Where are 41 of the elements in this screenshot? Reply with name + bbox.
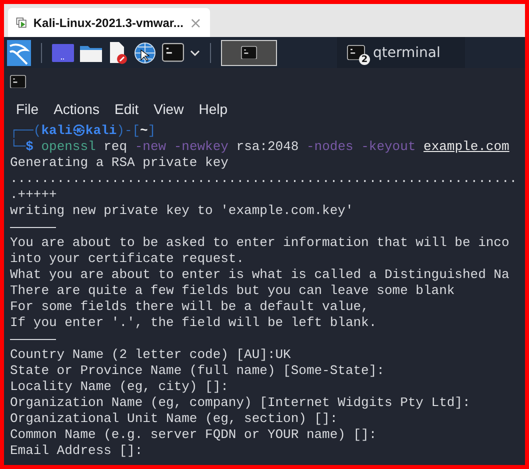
- terminal-line: .................................................................: [10, 171, 518, 187]
- terminal-line: For some fields there will be a default value,: [10, 299, 370, 315]
- terminal-line: writing new private key to 'example.com.key': [10, 203, 354, 219]
- globe-icon[interactable]: [134, 42, 156, 64]
- terminal-line: .+++++: [10, 187, 58, 203]
- desktop-icon[interactable]: [52, 44, 74, 62]
- menu-item[interactable]: Help: [198, 100, 228, 116]
- dragon-logo-icon[interactable]: [7, 40, 31, 66]
- terminal-line: If you enter '.', the field will be left blank.: [10, 315, 378, 331]
- menu-item[interactable]: View: [154, 100, 184, 116]
- terminal-line: └─$ openssl req -new -newkey rsa:2048 -nodes -keyout example.com: [10, 139, 510, 155]
- terminal-icon: [10, 74, 26, 88]
- menu-item[interactable]: File: [16, 100, 39, 116]
- terminal-line: Organization Name (eg, company) [Internet Widgits Pty Ltd]:: [10, 395, 472, 411]
- terminal-line: Organizational Unit Name (eg, section) []:: [10, 411, 339, 427]
- taskbar-task[interactable]: 2 qterminal: [337, 37, 465, 68]
- folder-icon[interactable]: [80, 44, 102, 62]
- text-editor-icon[interactable]: [108, 42, 128, 64]
- terminal-line: Email Address []:: [10, 443, 144, 459]
- terminal-icon[interactable]: [241, 46, 257, 60]
- menu-item[interactable]: Edit: [114, 100, 139, 116]
- vm-play-icon: [16, 14, 28, 30]
- terminal-line: Common Name (e.g. server FQDN or YOUR name) []:: [10, 427, 378, 443]
- task-label: qterminal: [373, 44, 440, 60]
- terminal-line: There are quite a few fields but you can leave some blank: [10, 283, 456, 299]
- terminal-line: into your certificate request.: [10, 251, 246, 267]
- terminal-line: Country Name (2 letter code) [AU]:UK: [10, 347, 292, 363]
- browser-tab[interactable]: Kali-Linux-2021.3-vmwar... ×: [8, 8, 210, 37]
- chevron-down-icon[interactable]: [190, 50, 200, 56]
- terminal-line: ┌──(kali㉿kali)-[~]: [10, 123, 157, 139]
- window-button[interactable]: [221, 40, 277, 66]
- terminal-line: State or Province Name (full name) [Some-State]:: [10, 363, 386, 379]
- terminal-line: Generating a RSA private key: [10, 155, 230, 171]
- window-count-badge: 2: [359, 54, 370, 66]
- terminal-line: What you are about to enter is what is called a Distinguished Na: [10, 267, 510, 283]
- terminal-icon[interactable]: [162, 43, 184, 62]
- terminal-line: Locality Name (eg, city) []:: [10, 379, 230, 395]
- terminal-icon: [347, 44, 365, 60]
- tab-title: Kali-Linux-2021.3-vmwar...: [33, 16, 184, 30]
- terminal-line: You are about to be asked to enter information that will be inco: [10, 235, 510, 251]
- menu-item[interactable]: Actions: [54, 100, 100, 116]
